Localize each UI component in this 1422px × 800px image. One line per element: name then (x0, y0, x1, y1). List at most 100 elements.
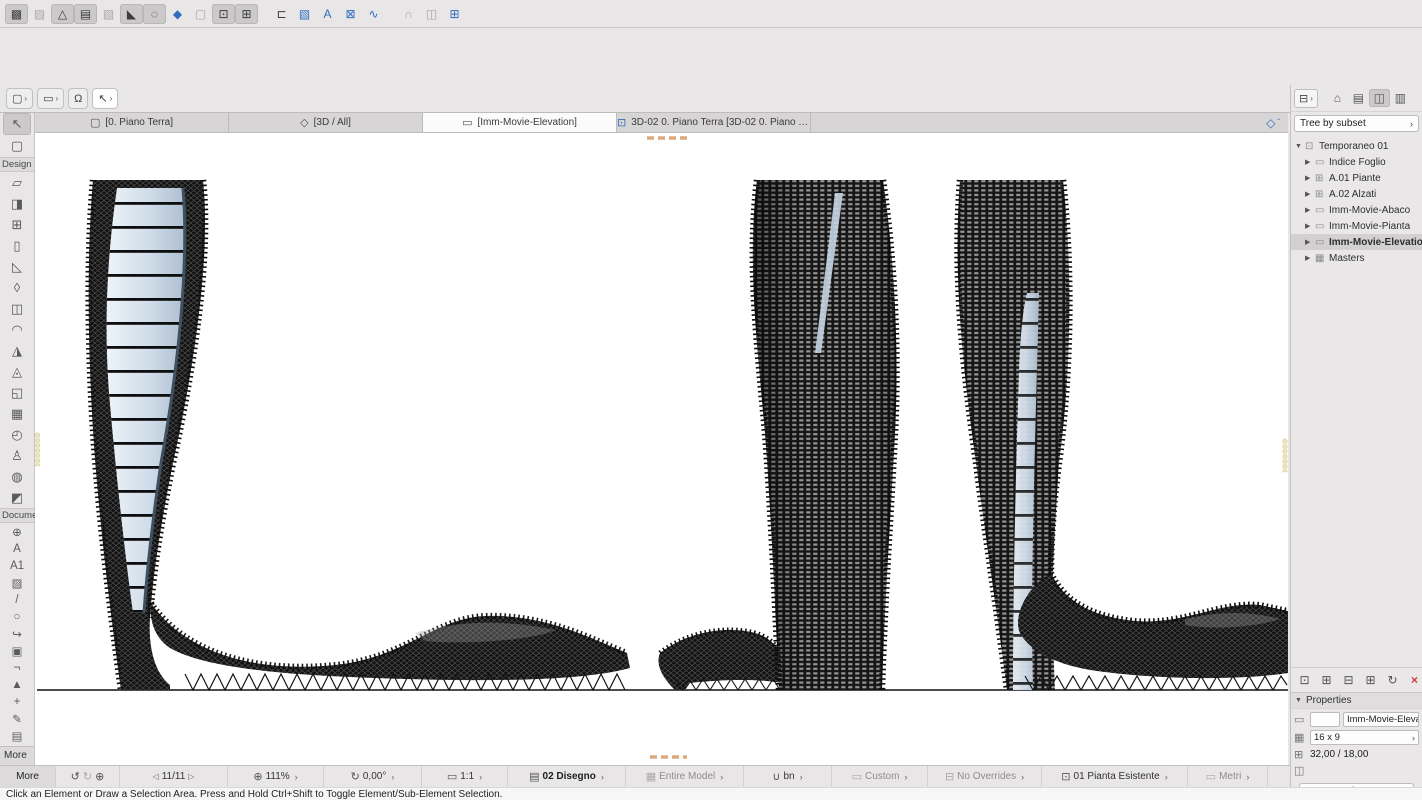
spline-icon[interactable]: ∿ (362, 4, 385, 24)
tree-item-imm-movie-abaco[interactable]: ▶▭Imm-Movie-Abaco (1291, 202, 1422, 218)
fill-tool[interactable]: ▨ (3, 574, 31, 591)
window-link-icon[interactable]: ⊞ (443, 4, 466, 24)
rect-select-icon[interactable]: ▭› (37, 88, 64, 109)
update-icon[interactable]: ↻ (1383, 671, 1402, 689)
layout-id-field[interactable] (1310, 712, 1340, 727)
object-tool[interactable]: ♙ (3, 445, 31, 466)
tab-imm-movie-elevation[interactable]: ▭ [Imm-Movie-Elevation] (423, 113, 617, 132)
nav-history[interactable]: ↺↻⊕ (56, 766, 120, 787)
marquee-tool[interactable]: ▢ (3, 135, 31, 157)
label-tool[interactable]: A1 (3, 557, 31, 574)
main-canvas[interactable] (35, 133, 1288, 765)
beam-tool[interactable]: ◺ (3, 256, 31, 277)
disclosure-icon[interactable]: ▼ (1295, 143, 1305, 150)
morph-tool[interactable]: ◮ (3, 340, 31, 361)
model-view-options[interactable]: ▭Custom› (832, 766, 928, 787)
target-box-icon[interactable]: ⊏ (270, 4, 293, 24)
trapezoid-icon[interactable]: △ (51, 4, 74, 24)
disclosure-icon[interactable]: ▶ (1305, 222, 1315, 230)
dashed-circle-icon[interactable]: ◌ (143, 4, 166, 24)
tree-by-subset-dropdown[interactable]: Tree by subset › (1294, 115, 1419, 132)
column-tool[interactable]: ▯ (3, 235, 31, 256)
previous-layout-icon[interactable]: ◁ (153, 772, 159, 781)
partial-structure[interactable]: ▦Entire Model› (626, 766, 744, 787)
window-tool[interactable]: ⊞ (3, 214, 31, 235)
circle-tool[interactable]: ○ (3, 608, 31, 625)
worksheet-tool[interactable]: ▤ (3, 727, 31, 744)
disclosure-icon[interactable]: ▶ (1305, 158, 1315, 166)
roof-tool[interactable]: ◫ (3, 298, 31, 319)
diag-hatch-icon[interactable]: ▧ (293, 4, 316, 24)
wall-tool[interactable]: ▱ (3, 172, 31, 193)
interior-elevation-tool[interactable]: + (3, 693, 31, 710)
tree-item-temporaneo-01[interactable]: ▼⊡Temporaneo 01 (1291, 138, 1422, 154)
line-tool[interactable]: / (3, 591, 31, 608)
polyline-tool[interactable]: ↪ (3, 625, 31, 642)
tab-piano-terra[interactable]: ▢ [0. Piano Terra] (35, 113, 229, 132)
new-layout-icon[interactable]: ⊞ (1317, 671, 1336, 689)
composite-wall-icon[interactable]: ▤ (74, 4, 97, 24)
layout-settings-icon[interactable]: ⊡ (1295, 671, 1314, 689)
drawing-scale[interactable]: ▭1:1› (422, 766, 508, 787)
disclosure-icon[interactable]: ▶ (1305, 206, 1315, 214)
disclosure-icon[interactable]: ▶ (1305, 174, 1315, 182)
overlap-icon[interactable]: ⊡ (212, 4, 235, 24)
disclosure-icon[interactable]: ▶ (1305, 238, 1315, 246)
tree-item-masters[interactable]: ▶▦Masters (1291, 250, 1422, 266)
favorites-icon[interactable]: ▩ (5, 4, 28, 24)
skylight-tool[interactable]: ◴ (3, 424, 31, 445)
tree-item-a-01-piante[interactable]: ▶⊞A.01 Piante (1291, 170, 1422, 186)
marquee-dash-icon[interactable]: ▢ (189, 4, 212, 24)
properties-header[interactable]: ▼ Properties (1291, 692, 1422, 709)
master-layout-select[interactable]: 16 x 9 › (1310, 730, 1419, 745)
hatch-light-icon[interactable]: ▧ (97, 4, 120, 24)
zone-tool[interactable]: ◱ (3, 382, 31, 403)
slab-tool[interactable]: ◊ (3, 277, 31, 298)
more-button[interactable]: More (0, 766, 56, 787)
zoom-level[interactable]: ⊕111%› (228, 766, 324, 787)
book-icon[interactable]: ◫ (420, 4, 443, 24)
graphic-overrides[interactable]: ⊟No Overrides› (928, 766, 1042, 787)
new-tab-button[interactable]: ◇ ˇ (1258, 113, 1288, 132)
stair-tool[interactable]: ◩ (3, 487, 31, 508)
pen-set[interactable]: ∪bn› (744, 766, 832, 787)
tree-item-imm-movie-elevation[interactable]: ▶▭Imm-Movie-Elevation (1291, 234, 1422, 250)
arch-icon[interactable]: ∩ (397, 4, 420, 24)
section-tool[interactable]: ¬ (3, 659, 31, 676)
dimension-tool[interactable]: ⊕ (3, 523, 31, 540)
tab-3d-02-piano-terra[interactable]: ⊡ 3D-02 0. Piano Terra [3D-02 0. Piano T… (617, 113, 811, 132)
delete-icon[interactable]: × (1405, 671, 1422, 689)
lamp-tool[interactable]: ◍ (3, 466, 31, 487)
detail-tool[interactable]: ✎ (3, 710, 31, 727)
frame-fit-icon[interactable]: ⊠ (339, 4, 362, 24)
figure-tool[interactable]: ▣ (3, 642, 31, 659)
curtain-wall-tool[interactable]: ▦ (3, 403, 31, 424)
layer-combination[interactable]: ▤02 Disegno› (508, 766, 626, 787)
text-tool[interactable]: A (3, 540, 31, 557)
door-tool[interactable]: ◨ (3, 193, 31, 214)
working-units[interactable]: ▭Metri› (1188, 766, 1268, 787)
disclosure-icon[interactable]: ▶ (1305, 254, 1315, 262)
elevation-tool[interactable]: ▲ (3, 676, 31, 693)
zoom-in-icon[interactable]: ⊕ (95, 770, 104, 783)
abc-label-icon[interactable]: A (316, 4, 339, 24)
tree-item-imm-movie-pianta[interactable]: ▶▭Imm-Movie-Pianta (1291, 218, 1422, 234)
corner-hatch-icon[interactable]: ◣ (120, 4, 143, 24)
publisher-icon[interactable]: ▥ (1390, 89, 1411, 107)
renovation-filter[interactable]: ⊡01 Pianta Esistente› (1042, 766, 1188, 787)
magnet-icon[interactable]: Ω (68, 88, 88, 109)
tree-item-indice-foglio[interactable]: ▶▭Indice Foglio (1291, 154, 1422, 170)
arrow-tool[interactable]: ↖ (3, 113, 31, 135)
toolbox-more-button[interactable]: More (0, 746, 34, 765)
disclosure-icon[interactable]: ▶ (1305, 190, 1315, 198)
arrow-tool-mini-icon[interactable]: ↖› (92, 88, 118, 109)
orientation[interactable]: ↻0,00°› (324, 766, 422, 787)
tab-3d-all[interactable]: ◇ [3D / All] (229, 113, 423, 132)
diamond-icon[interactable]: ◆ (166, 4, 189, 24)
scale-check-icon[interactable]: ⊞ (235, 4, 258, 24)
layout-book-icon[interactable]: ◫ (1369, 89, 1390, 107)
polygon-select-icon[interactable]: ▢› (6, 88, 33, 109)
next-layout-icon[interactable]: ▷ (188, 772, 194, 781)
fill-flat-icon[interactable]: ▨ (28, 4, 51, 24)
shell-tool[interactable]: ◠ (3, 319, 31, 340)
